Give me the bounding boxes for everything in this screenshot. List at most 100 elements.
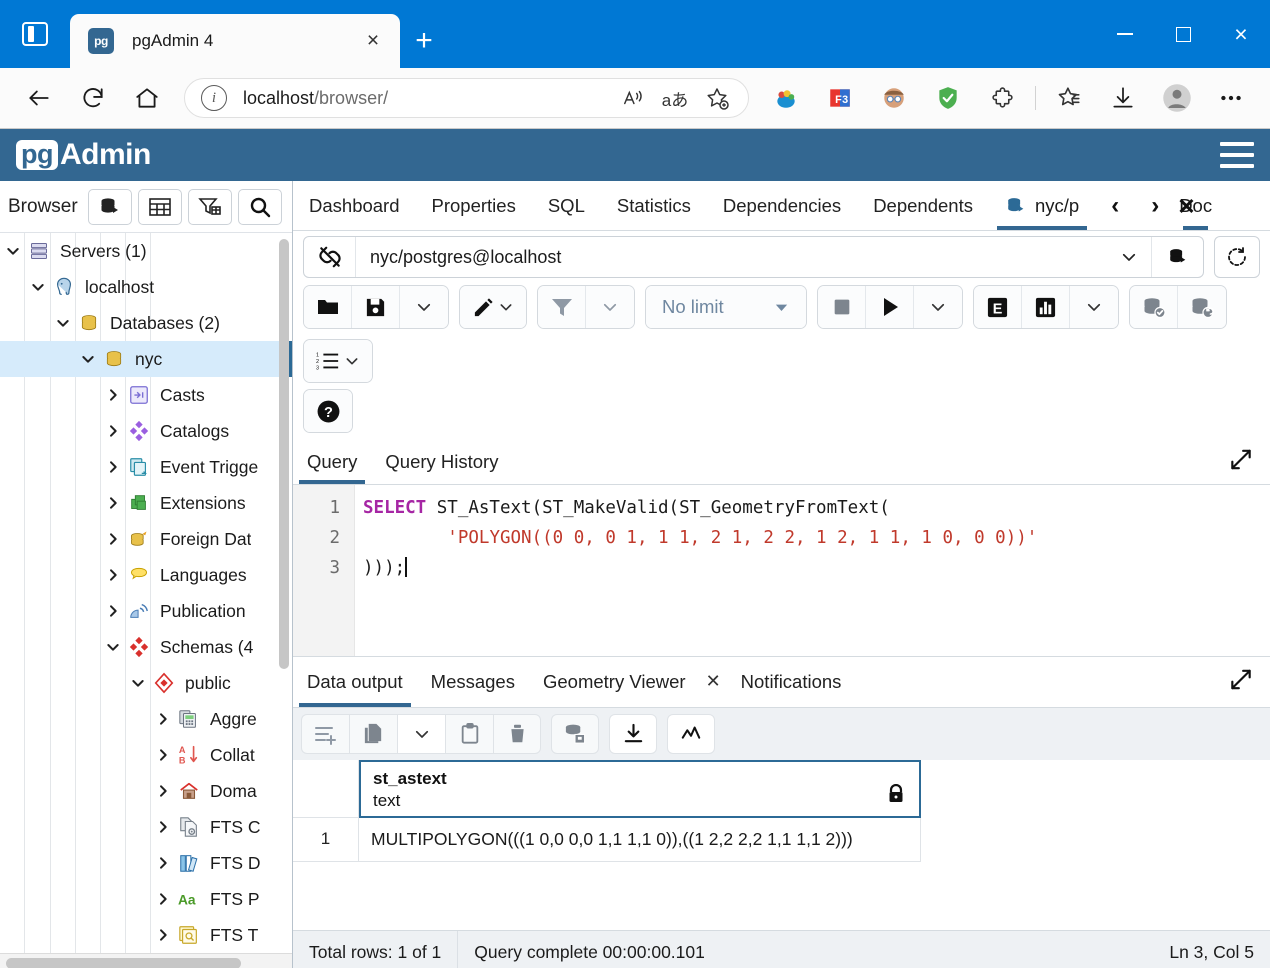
tree-node-publication[interactable]: Publication bbox=[0, 593, 292, 629]
profile-avatar-extension-icon[interactable] bbox=[867, 76, 921, 120]
chevron-right-icon[interactable] bbox=[150, 927, 176, 943]
column-header-st-astext[interactable]: st_astext text bbox=[359, 759, 921, 818]
tab-messages[interactable]: Messages bbox=[417, 657, 529, 707]
favorites-icon[interactable] bbox=[1042, 76, 1096, 120]
add-row-icon[interactable] bbox=[301, 713, 349, 754]
tab-query[interactable]: Query bbox=[293, 439, 371, 484]
back-button[interactable] bbox=[12, 76, 66, 120]
chevron-down-icon[interactable] bbox=[0, 243, 26, 259]
address-bar[interactable]: i localhost/browser/ aあ bbox=[184, 78, 749, 118]
tab-scroll-next-button[interactable]: › bbox=[1135, 181, 1175, 230]
search-icon[interactable] bbox=[237, 188, 282, 225]
explain-icon[interactable]: E bbox=[974, 286, 1022, 328]
graph-visualiser-icon[interactable] bbox=[667, 713, 715, 754]
row-limit-select[interactable]: No limit bbox=[646, 286, 806, 328]
explain-dropdown-caret-icon[interactable] bbox=[1070, 286, 1118, 328]
tree-node-catalogs[interactable]: Catalogs bbox=[0, 413, 292, 449]
stop-query-icon[interactable] bbox=[818, 286, 866, 328]
tree-vertical-scrollbar[interactable] bbox=[279, 239, 289, 669]
chevron-right-icon[interactable] bbox=[100, 531, 126, 547]
tree-node-fts-t[interactable]: FTS T bbox=[0, 917, 292, 953]
commit-icon[interactable] bbox=[1130, 286, 1178, 328]
tab-query-tool-nyc[interactable]: nyc/p bbox=[989, 181, 1095, 230]
tab-statistics[interactable]: Statistics bbox=[601, 181, 707, 230]
result-cell-st-astext[interactable]: MULTIPOLYGON(((1 0,0 0,0 1,1 1,1 0)),((1… bbox=[359, 817, 921, 862]
window-maximize-button[interactable] bbox=[1154, 0, 1212, 68]
tab-geometry-viewer[interactable]: Geometry Viewer bbox=[529, 657, 700, 707]
tree-node-servers-1[interactable]: Servers (1) bbox=[0, 233, 292, 269]
tree-node-schemas-4[interactable]: Schemas (4 bbox=[0, 629, 292, 665]
tab-close-icon[interactable]: ✕ bbox=[1177, 194, 1195, 220]
tree-node-collat[interactable]: A B Collat bbox=[0, 737, 292, 773]
execute-play-icon[interactable] bbox=[866, 286, 914, 328]
tree-node-fts-c[interactable]: FTS C bbox=[0, 809, 292, 845]
tab-documentation-clipped[interactable]: Doc ✕ bbox=[1175, 181, 1216, 230]
extension-f3-icon[interactable]: F3 bbox=[813, 76, 867, 120]
tree-scrollbar-thumb[interactable] bbox=[6, 958, 241, 968]
extensions-puzzle-icon[interactable] bbox=[975, 76, 1029, 120]
tree-node-nyc[interactable]: nyc bbox=[0, 341, 292, 377]
chevron-down-icon[interactable] bbox=[100, 639, 126, 655]
downloads-icon[interactable] bbox=[1096, 76, 1150, 120]
expand-query-panel-icon[interactable] bbox=[1228, 446, 1254, 477]
copy-icon[interactable] bbox=[349, 713, 397, 754]
chevron-down-icon[interactable] bbox=[50, 315, 76, 331]
table-icon[interactable] bbox=[137, 188, 182, 225]
tree-node-languages[interactable]: Languages bbox=[0, 557, 292, 593]
main-menu-hamburger-icon[interactable] bbox=[1220, 142, 1254, 168]
new-tab-button[interactable]: + bbox=[400, 14, 448, 68]
window-minimize-button[interactable] bbox=[1096, 0, 1154, 68]
tree-node-event-trigge[interactable]: Event Trigge bbox=[0, 449, 292, 485]
filter-icon[interactable] bbox=[187, 188, 232, 225]
chevron-right-icon[interactable] bbox=[100, 495, 126, 511]
tree-horizontal-scrollbar[interactable] bbox=[0, 953, 292, 968]
tree-node-public[interactable]: public bbox=[0, 665, 292, 701]
geometry-viewer-close-icon[interactable]: ✕ bbox=[700, 657, 727, 707]
tree-node-localhost[interactable]: localhost bbox=[0, 269, 292, 305]
chevron-right-icon[interactable] bbox=[150, 891, 176, 907]
object-tree[interactable]: Servers (1) localhost Databases (2) nyc Cast… bbox=[0, 233, 292, 953]
chevron-right-icon[interactable] bbox=[150, 819, 176, 835]
copy-dropdown-caret-icon[interactable] bbox=[397, 713, 445, 754]
expand-output-panel-icon[interactable] bbox=[1228, 666, 1254, 697]
chevron-right-icon[interactable] bbox=[100, 567, 126, 583]
chevron-down-icon[interactable] bbox=[25, 279, 51, 295]
add-favorite-icon[interactable] bbox=[696, 81, 738, 115]
tab-query-history[interactable]: Query History bbox=[371, 439, 512, 484]
chevron-down-icon[interactable] bbox=[125, 675, 151, 691]
tab-properties[interactable]: Properties bbox=[416, 181, 532, 230]
chevron-right-icon[interactable] bbox=[150, 711, 176, 727]
tree-node-casts[interactable]: Casts bbox=[0, 377, 292, 413]
rollback-icon[interactable] bbox=[1178, 286, 1226, 328]
translate-icon[interactable]: aあ bbox=[654, 81, 696, 115]
tab-actions-menu-button[interactable] bbox=[0, 0, 70, 68]
sql-code-area[interactable]: SELECT ST_AsText(ST_MakeValid(ST_Geometr… bbox=[355, 485, 1270, 656]
tree-node-foreign-dat[interactable]: Foreign Dat bbox=[0, 521, 292, 557]
collections-icon[interactable] bbox=[759, 76, 813, 120]
open-file-icon[interactable] bbox=[304, 286, 352, 328]
execute-dropdown-caret-icon[interactable] bbox=[914, 286, 962, 328]
chevron-right-icon[interactable] bbox=[100, 387, 126, 403]
connection-selector[interactable]: nyc/postgres@localhost bbox=[303, 236, 1204, 278]
help-icon[interactable]: ? bbox=[304, 390, 352, 432]
paste-icon[interactable] bbox=[445, 713, 493, 754]
browser-tab-close-button[interactable]: × bbox=[358, 26, 388, 56]
chevron-down-icon[interactable] bbox=[75, 351, 101, 367]
browser-tab-pgadmin[interactable]: pg pgAdmin 4 × bbox=[70, 14, 400, 68]
reset-layout-icon[interactable] bbox=[1214, 236, 1260, 278]
chevron-right-icon[interactable] bbox=[150, 747, 176, 763]
tab-notifications[interactable]: Notifications bbox=[727, 657, 856, 707]
tab-dashboard[interactable]: Dashboard bbox=[293, 181, 416, 230]
connection-dropdown-caret-icon[interactable] bbox=[1107, 248, 1151, 266]
tree-node-fts-d[interactable]: FTS D bbox=[0, 845, 292, 881]
filter-icon[interactable] bbox=[538, 286, 586, 328]
download-csv-icon[interactable] bbox=[609, 713, 657, 754]
chevron-right-icon[interactable] bbox=[100, 603, 126, 619]
home-button[interactable] bbox=[120, 76, 174, 120]
tab-scroll-prev-button[interactable]: ‹ bbox=[1095, 181, 1135, 230]
chevron-right-icon[interactable] bbox=[150, 855, 176, 871]
macros-icon[interactable]: 123 bbox=[304, 340, 372, 382]
tree-node-aggre[interactable]: Aggre bbox=[0, 701, 292, 737]
save-dropdown-caret-icon[interactable] bbox=[400, 286, 448, 328]
site-info-icon[interactable]: i bbox=[201, 85, 227, 111]
